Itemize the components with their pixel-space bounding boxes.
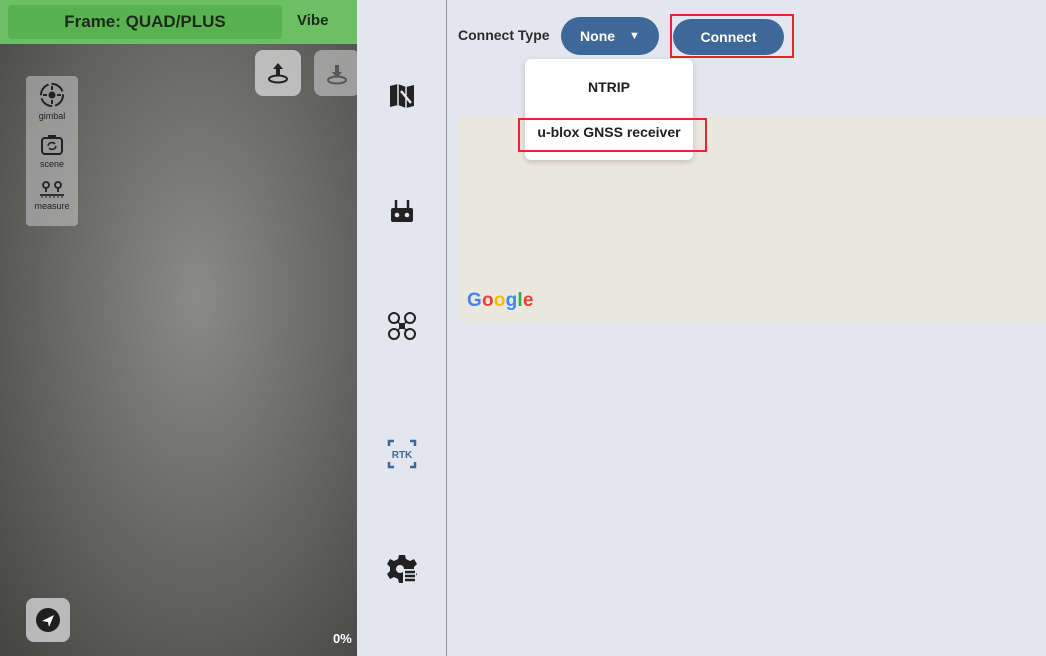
nav-item-rtk[interactable]: RTK (357, 428, 447, 480)
progress-percent: 0% (333, 631, 352, 646)
scene-tool[interactable]: scene (26, 132, 78, 169)
camera-toolstrip: gimbal scene measure (26, 76, 78, 226)
gimbal-label: gimbal (38, 111, 66, 121)
upload-icon (268, 63, 288, 84)
frame-badge[interactable]: Frame: QUAD/PLUS (8, 5, 282, 39)
nav-item-remote-controller[interactable] (357, 185, 447, 237)
nav-item-drone[interactable] (357, 300, 447, 352)
navigation-arrow-icon (36, 608, 60, 632)
settings-icon (387, 555, 417, 583)
scene-icon (41, 135, 63, 155)
dropdown-option-ntrip[interactable]: NTRIP (525, 79, 693, 95)
camera-view: Frame: QUAD/PLUS Vibe gimbal scene measu… (0, 0, 357, 656)
nav-item-settings[interactable] (357, 543, 447, 595)
measure-icon (40, 181, 64, 198)
connect-highlight-box (670, 14, 794, 58)
vibe-indicator[interactable]: Vibe (297, 12, 328, 29)
map-icon (390, 84, 414, 108)
measure-tool[interactable]: measure (26, 180, 78, 211)
connect-type-label: Connect Type (458, 27, 550, 43)
google-logo: Google (467, 290, 534, 311)
gimbal-tool[interactable]: gimbal (26, 80, 78, 121)
connect-type-value: None (580, 28, 616, 44)
connect-type-select[interactable]: None ▼ (561, 17, 659, 55)
rtk-panel: Connect Type None ▼ Connect Google NTRIP… (448, 0, 1046, 656)
side-nav: RTK (357, 0, 447, 656)
gimbal-icon (40, 83, 64, 107)
drone-icon (388, 312, 416, 340)
dropdown-arrow-icon: ▼ (629, 30, 640, 42)
land-button[interactable] (314, 50, 357, 96)
ublox-highlight-box (518, 118, 707, 152)
rtk-icon: RTK (387, 439, 417, 469)
nav-item-map[interactable] (357, 70, 447, 122)
status-bar: Frame: QUAD/PLUS Vibe (0, 0, 357, 44)
land-icon (327, 65, 347, 85)
send-button[interactable] (26, 598, 70, 642)
takeoff-button[interactable] (255, 50, 301, 96)
scene-label: scene (39, 159, 65, 169)
measure-label: measure (34, 201, 70, 211)
rtk-label: RTK (392, 450, 413, 461)
remote-controller-icon (391, 200, 413, 222)
